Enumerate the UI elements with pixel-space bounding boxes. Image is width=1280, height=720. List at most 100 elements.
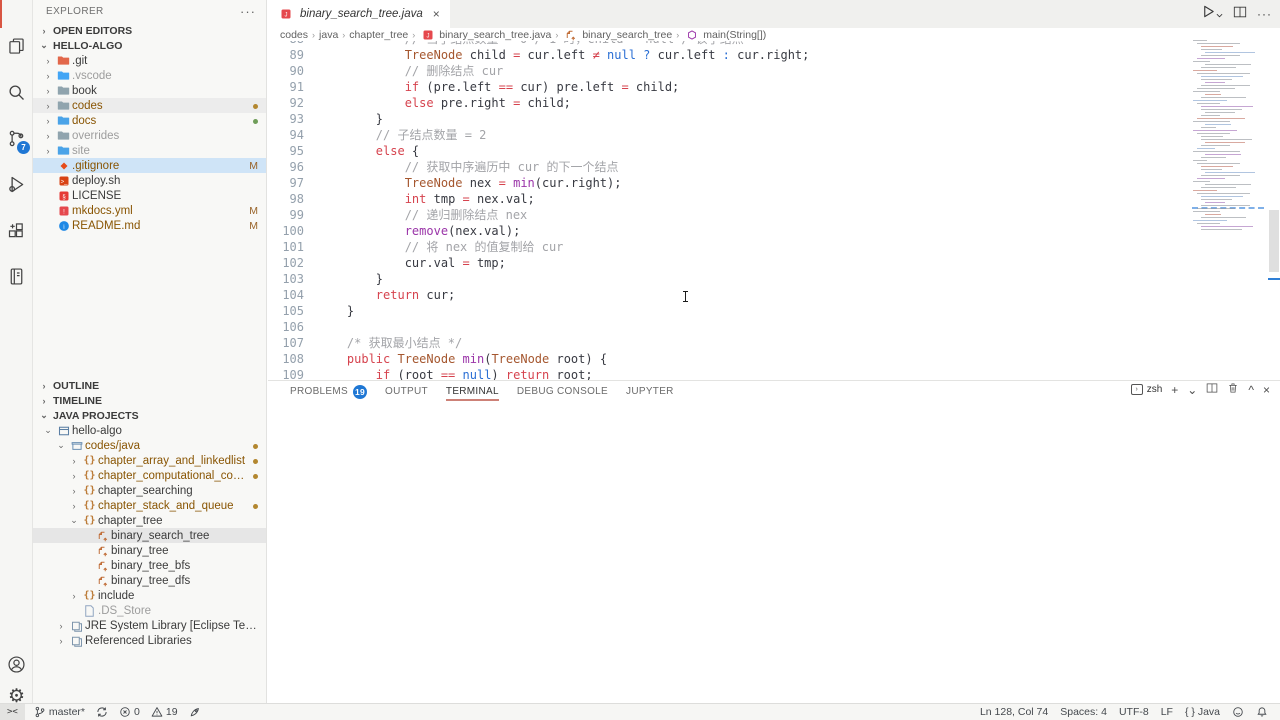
panel-tab-debug-console[interactable]: DEBUG CONSOLE <box>517 381 608 402</box>
activity-source-control-icon[interactable]: 7 <box>0 118 33 158</box>
section-header-open-editors[interactable]: ›OPEN EDITORS <box>33 23 266 38</box>
section-header-outline[interactable]: ›OUTLINE <box>33 378 266 393</box>
panel-tab-terminal[interactable]: TERMINAL <box>446 381 499 402</box>
breadcrumb-item[interactable]: Jbinary_search_tree.java <box>419 29 551 41</box>
status-lf[interactable]: LF <box>1161 706 1173 718</box>
activity-run-debug-icon[interactable] <box>0 164 33 204</box>
minimap-line <box>1205 202 1225 203</box>
code-line: 97 TreeNode nex = min(cur.right); <box>268 175 1190 191</box>
breadcrumb-item[interactable]: chapter_tree <box>349 29 408 41</box>
section-header-hello-algo[interactable]: ⌄HELLO-ALGO <box>33 38 266 53</box>
java-project-item-binary-tree-bfs[interactable]: binary_tree_bfs <box>33 558 266 573</box>
status-spaces-4[interactable]: Spaces: 4 <box>1060 706 1107 718</box>
java-project-item-binary-search-tree[interactable]: binary_search_tree <box>33 528 266 543</box>
new-terminal-icon[interactable]: + <box>1171 383 1178 397</box>
explorer-item-book[interactable]: ›book <box>33 83 266 98</box>
status-error[interactable]: 0 <box>119 706 140 718</box>
code-line: 92 else pre.right = child; <box>268 95 1190 111</box>
panel-tab-jupyter[interactable]: JUPYTER <box>626 381 674 402</box>
section-header-timeline[interactable]: ›TIMELINE <box>33 393 266 408</box>
code-line: 99 // 递归删除结点 nex <box>268 207 1190 223</box>
java-project-item-chapter-tree[interactable]: ⌄{}chapter_tree <box>33 513 266 528</box>
section-header-java-projects[interactable]: ⌄JAVA PROJECTS <box>33 408 266 423</box>
java-project-item-codes-java[interactable]: ⌄codes/java <box>33 438 266 453</box>
explorer-item-deploy-sh[interactable]: >_deploy.sh <box>33 173 266 188</box>
breadcrumb-item[interactable]: main(String[]) <box>683 29 766 41</box>
minimap-line <box>1201 109 1242 110</box>
vscode-window: 7 ⚙ EXPLORER ··· ›OPEN EDITORS⌄HELLO-ALG… <box>0 0 1280 720</box>
shell-dropdown-icon[interactable]: ⌄ <box>1187 383 1197 397</box>
item-label: codes/java <box>85 440 253 452</box>
status-sync[interactable] <box>96 706 108 718</box>
activity-extensions-icon[interactable] <box>0 210 33 250</box>
java-project-item-include[interactable]: ›{}include <box>33 588 266 603</box>
item-label: codes <box>72 100 253 112</box>
shell-selector[interactable]: ›zsh <box>1131 384 1163 395</box>
explorer-item-mkdocs-yml[interactable]: !mkdocs.ymlM <box>33 203 266 218</box>
minimap-line <box>1201 187 1236 188</box>
item-label: JRE System Library [Eclipse Temurin 17 [… <box>85 620 266 632</box>
minimap-line <box>1193 220 1227 221</box>
minimap[interactable] <box>1190 40 1268 240</box>
line-content: int tmp = nex.val; <box>304 191 535 207</box>
minimap-line <box>1197 178 1225 179</box>
panel-tab-problems[interactable]: PROBLEMS19 <box>290 381 367 402</box>
activity-notebook-icon[interactable] <box>0 256 33 296</box>
line-number: 93 <box>268 111 304 127</box>
breadcrumb-item[interactable]: java <box>319 29 338 41</box>
explorer-item--gitignore[interactable]: .gitignoreM <box>33 158 266 173</box>
status-feedback[interactable] <box>1232 706 1244 718</box>
java-project-item-referenced-libraries[interactable]: ›Referenced Libraries <box>33 633 266 648</box>
explorer-item-docs[interactable]: ›docs <box>33 113 266 128</box>
maximize-panel-icon[interactable]: ^ <box>1248 383 1254 397</box>
code-editor[interactable]: 88 // 当子结点数量 = 0 / 1 时，child = null / 该子… <box>268 41 1190 380</box>
status-bell[interactable] <box>1256 706 1268 718</box>
explorer-item--vscode[interactable]: ›.vscode <box>33 68 266 83</box>
minimap-line <box>1201 85 1250 86</box>
breadcrumb-item[interactable]: binary_search_tree <box>562 29 672 41</box>
tab-binary-search-tree[interactable]: J binary_search_tree.java × <box>268 0 450 28</box>
java-project-item-hello-algo[interactable]: ⌄hello-algo <box>33 423 266 438</box>
class-icon <box>94 560 111 572</box>
split-editor-icon[interactable] <box>1233 5 1247 24</box>
java-project-item-binary-tree[interactable]: binary_tree <box>33 543 266 558</box>
status-branch[interactable]: master* <box>34 706 85 718</box>
code-line: 93 } <box>268 111 1190 127</box>
java-project-item-binary-tree-dfs[interactable]: binary_tree_dfs <box>33 573 266 588</box>
explorer-item--git[interactable]: ›.git <box>33 53 266 68</box>
breadcrumb-label: binary_search_tree.java <box>439 29 551 41</box>
chevron-right-icon: › <box>37 381 51 391</box>
breadcrumb-item[interactable]: codes <box>280 29 308 41</box>
scrollbar-thumb[interactable] <box>1269 210 1279 272</box>
status--java[interactable]: { } Java <box>1185 706 1220 718</box>
kill-terminal-icon[interactable] <box>1227 382 1239 397</box>
tab-close-icon[interactable]: × <box>433 7 440 21</box>
explorer-item-license[interactable]: §LICENSE <box>33 188 266 203</box>
status-utf-8[interactable]: UTF-8 <box>1119 706 1149 718</box>
explorer-item-overrides[interactable]: ›overrides <box>33 128 266 143</box>
status-ln-128-col-74[interactable]: Ln 128, Col 74 <box>980 706 1048 718</box>
java-project-item-chapter-array-and-linkedlist[interactable]: ›{}chapter_array_and_linkedlist <box>33 453 266 468</box>
more-actions-icon[interactable]: ··· <box>1257 7 1272 21</box>
more-actions-icon[interactable]: ··· <box>240 0 256 23</box>
status-warning[interactable]: 19 <box>151 706 178 718</box>
minimap-line <box>1201 157 1226 158</box>
explorer-item-site[interactable]: ›site <box>33 143 266 158</box>
split-terminal-icon[interactable] <box>1206 382 1218 397</box>
activity-search-icon[interactable] <box>0 72 33 112</box>
java-project-item-chapter-stack-and-queue[interactable]: ›{}chapter_stack_and_queue <box>33 498 266 513</box>
run-button[interactable] <box>1201 4 1223 24</box>
breadcrumb: codes›java›chapter_tree›Jbinary_search_t… <box>268 28 1280 41</box>
activity-files-icon[interactable] <box>0 26 33 66</box>
status-rocket[interactable] <box>189 706 201 718</box>
folder-git-icon <box>55 54 72 67</box>
java-project-item--ds-store[interactable]: .DS_Store <box>33 603 266 618</box>
close-panel-icon[interactable]: × <box>1263 383 1270 397</box>
java-project-item-chapter-searching[interactable]: ›{}chapter_searching <box>33 483 266 498</box>
explorer-item-codes[interactable]: ›codes <box>33 98 266 113</box>
panel-tab-output[interactable]: OUTPUT <box>385 381 428 402</box>
explorer-item-readme-md[interactable]: iREADME.mdM <box>33 218 266 233</box>
java-project-item-jre-system-library-eclipse-temurin-17-17-[interactable]: ›JRE System Library [Eclipse Temurin 17 … <box>33 618 266 633</box>
remote-indicator[interactable]: >< <box>0 704 25 720</box>
java-project-item-chapter-computational-complexity[interactable]: ›{}chapter_computational_complexity <box>33 468 266 483</box>
